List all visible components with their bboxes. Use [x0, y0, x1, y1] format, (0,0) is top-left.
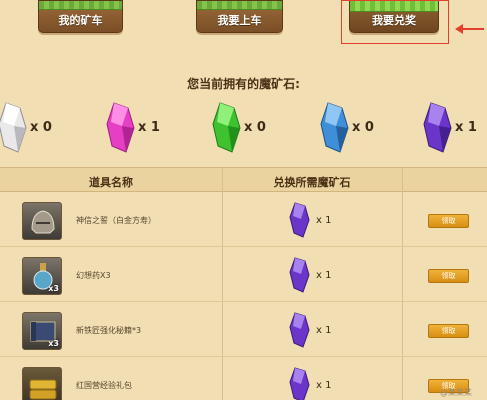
stone-count: x 1 [455, 120, 477, 135]
stone-purple: x 1 [421, 100, 481, 156]
purple-crystal-icon [289, 202, 310, 238]
tab-label: 我的矿车 [58, 14, 103, 27]
purple-crystal-icon [423, 102, 452, 153]
tab-my-cart[interactable]: 我的矿车 [38, 0, 123, 33]
tab-board-cart[interactable]: 我要上车 [196, 0, 283, 33]
stone-green: x 0 [210, 100, 270, 156]
gold-bar-icon [22, 367, 62, 400]
stone-count: x 0 [30, 120, 52, 135]
cost-cell: x 1 [288, 201, 348, 241]
table-row: 神信之誓（白金方寿） x 1 领取 [0, 193, 487, 247]
header-cost: 兑换所需魔矿石 [273, 176, 351, 189]
quantity-badge: x3 [48, 339, 59, 348]
cost-cell: x 1 [288, 366, 348, 400]
reward-table: 道具名称 兑换所需魔矿石 神信之誓（白金方寿） x 1 领取 x3 幻想药X3 … [0, 167, 487, 400]
cost-quantity: x 1 [316, 325, 332, 336]
arrow-line [462, 28, 484, 30]
claim-button[interactable]: 领取 [428, 269, 469, 283]
potion-icon: x3 [22, 257, 62, 295]
book-icon: x3 [22, 312, 62, 350]
white-crystal-icon [0, 102, 27, 153]
grass-decoration [39, 1, 122, 10]
cost-cell: x 1 [288, 256, 348, 296]
grass-decoration [197, 1, 282, 10]
tab-label: 我要上车 [217, 14, 262, 27]
table-header: 道具名称 兑换所需魔矿石 [0, 167, 487, 192]
purple-crystal-icon [289, 257, 310, 293]
stone-count: x 0 [244, 120, 266, 135]
blue-crystal-icon [320, 102, 349, 153]
claim-button[interactable]: 领取 [428, 324, 469, 338]
helmet-icon [22, 202, 62, 240]
stone-white: x 0 [0, 100, 56, 156]
header-item-name: 道具名称 [89, 176, 133, 189]
cost-cell: x 1 [288, 311, 348, 351]
claim-button[interactable]: 领取 [428, 214, 469, 228]
stone-blue: x 0 [318, 100, 378, 156]
cost-quantity: x 1 [316, 270, 332, 281]
pink-crystal-icon [106, 102, 135, 153]
item-name: 红国营经验礼包 [76, 381, 132, 390]
purple-crystal-icon [289, 312, 310, 348]
owned-stones-title: 您当前拥有的魔矿石: [187, 77, 300, 91]
quantity-badge: x3 [48, 284, 59, 293]
green-crystal-icon [212, 102, 241, 153]
table-row: x3 幻想药X3 x 1 领取 [0, 248, 487, 302]
item-name: 幻想药X3 [76, 271, 111, 280]
cost-quantity: x 1 [316, 380, 332, 391]
purple-crystal-icon [289, 367, 310, 400]
cost-quantity: x 1 [316, 215, 332, 226]
watermark: @某某某 [440, 388, 472, 397]
stone-count: x 1 [138, 120, 160, 135]
item-name: 神信之誓（白金方寿） [76, 216, 156, 225]
item-name: 新铁匠强化秘籍*3 [76, 326, 142, 335]
table-row: 红国营经验礼包 x 1 领取 [0, 358, 487, 400]
table-row: x3 新铁匠强化秘籍*3 x 1 领取 [0, 303, 487, 357]
stone-count: x 0 [352, 120, 374, 135]
stone-pink: x 1 [104, 100, 164, 156]
highlight-box [341, 0, 449, 44]
